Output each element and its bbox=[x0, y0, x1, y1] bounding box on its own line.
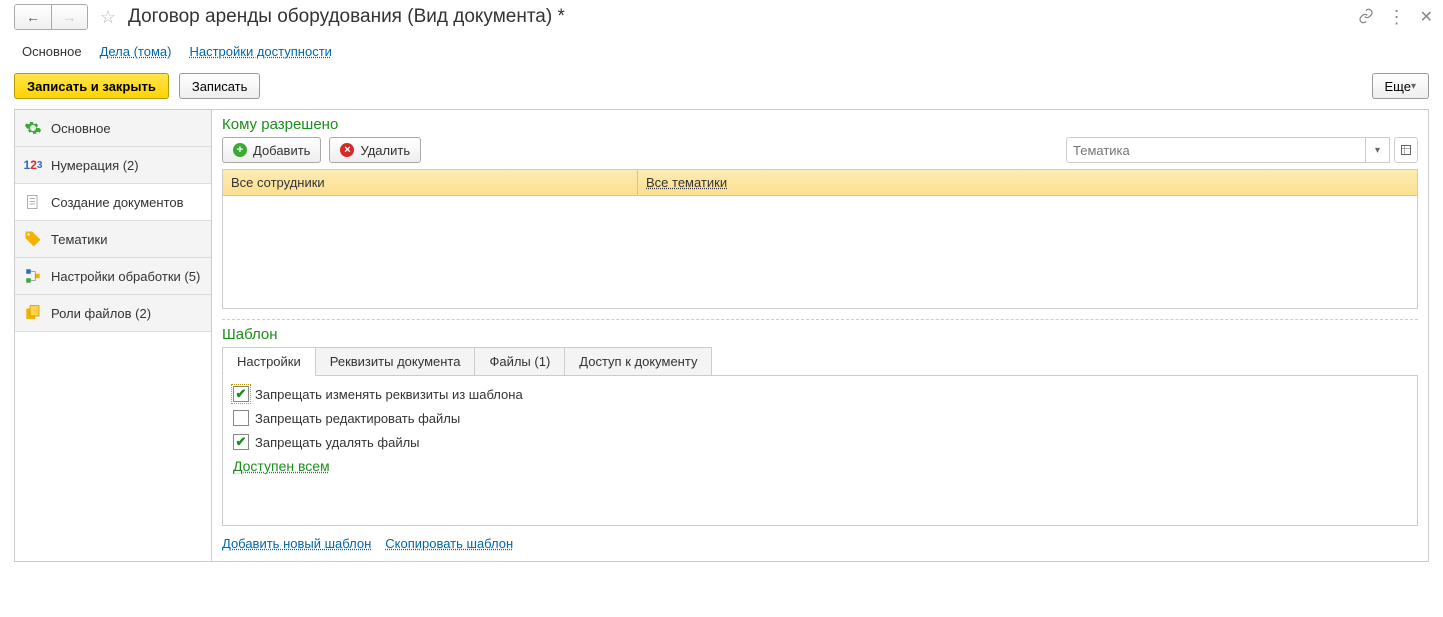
topic-filter-input[interactable] bbox=[1066, 137, 1366, 163]
tab-main[interactable]: Основное bbox=[22, 44, 82, 59]
link-icon[interactable] bbox=[1358, 8, 1374, 27]
content-area: Кому разрешено + Добавить × Удалить ▾ Вс… bbox=[212, 110, 1428, 561]
template-title: Шаблон bbox=[222, 326, 1418, 343]
sidebar-item-topics[interactable]: Тематики bbox=[15, 221, 211, 258]
close-icon[interactable]: ✕ bbox=[1420, 7, 1433, 27]
sidebar-item-create-docs[interactable]: Создание документов bbox=[15, 184, 211, 221]
titlebar: ← → ☆ Договор аренды оборудования (Вид д… bbox=[0, 0, 1443, 34]
checkbox-forbid-attrs[interactable]: ✔ bbox=[233, 386, 249, 402]
checkbox-forbid-delete-files[interactable]: ✔ bbox=[233, 434, 249, 450]
sidebar-item-main[interactable]: Основное bbox=[15, 110, 211, 147]
check-row-forbid-edit-files: Запрещать редактировать файлы bbox=[233, 410, 1407, 426]
delete-label: Удалить bbox=[360, 143, 410, 158]
check-label: Запрещать изменять реквизиты из шаблона bbox=[255, 387, 523, 402]
top-tabs: Основное Дела (тома) Настройки доступнос… bbox=[0, 34, 1443, 65]
table-row[interactable]: Все сотрудники Все тематики bbox=[223, 170, 1417, 196]
sidebar: Основное 123 Нумерация (2) Создание доку… bbox=[15, 110, 212, 561]
tab-settings[interactable]: Настройки bbox=[222, 347, 316, 376]
star-icon[interactable]: ☆ bbox=[98, 7, 118, 27]
page-title: Договор аренды оборудования (Вид докумен… bbox=[128, 6, 1352, 28]
title-actions: ⋮ ✕ bbox=[1358, 7, 1433, 27]
back-button[interactable]: ← bbox=[15, 5, 51, 29]
sidebar-item-label: Настройки обработки (5) bbox=[51, 269, 200, 284]
save-button[interactable]: Записать bbox=[179, 73, 261, 99]
check-label: Запрещать редактировать файлы bbox=[255, 411, 460, 426]
allowed-toolbar: + Добавить × Удалить ▾ bbox=[222, 137, 1418, 163]
delete-button[interactable]: × Удалить bbox=[329, 137, 421, 163]
tab-doc-access[interactable]: Доступ к документу bbox=[564, 347, 712, 375]
tag-icon bbox=[23, 229, 43, 249]
kebab-icon[interactable]: ⋮ bbox=[1388, 8, 1406, 26]
sidebar-item-file-roles[interactable]: Роли файлов (2) bbox=[15, 295, 211, 332]
tab-cases[interactable]: Дела (тома) bbox=[100, 44, 172, 59]
processing-icon bbox=[23, 266, 43, 286]
cell-employees[interactable]: Все сотрудники bbox=[223, 170, 638, 195]
nav-buttons: ← → bbox=[14, 4, 88, 30]
main-panel: Основное 123 Нумерация (2) Создание доку… bbox=[14, 109, 1429, 562]
template-tab-body: ✔ Запрещать изменять реквизиты из шаблон… bbox=[222, 376, 1418, 526]
gear-icon bbox=[23, 118, 43, 138]
sidebar-item-label: Основное bbox=[51, 121, 111, 136]
more-button[interactable]: Еще bbox=[1372, 73, 1429, 99]
divider bbox=[222, 319, 1418, 320]
sidebar-item-label: Создание документов bbox=[51, 195, 184, 210]
files-icon bbox=[23, 303, 43, 323]
check-row-forbid-attrs: ✔ Запрещать изменять реквизиты из шаблон… bbox=[233, 386, 1407, 402]
filter-box: ▾ bbox=[1066, 137, 1418, 163]
checkbox-forbid-edit-files[interactable] bbox=[233, 410, 249, 426]
plus-icon: + bbox=[233, 143, 247, 157]
filter-expand-button[interactable] bbox=[1394, 137, 1418, 163]
sidebar-item-numbering[interactable]: 123 Нумерация (2) bbox=[15, 147, 211, 184]
add-button[interactable]: + Добавить bbox=[222, 137, 321, 163]
template-tabs: Настройки Реквизиты документа Файлы (1) … bbox=[222, 347, 1418, 376]
check-row-forbid-delete-files: ✔ Запрещать удалять файлы bbox=[233, 434, 1407, 450]
sidebar-item-label: Нумерация (2) bbox=[51, 158, 139, 173]
template-bottom-links: Добавить новый шаблон Скопировать шаблон bbox=[222, 536, 1418, 551]
save-close-button[interactable]: Записать и закрыть bbox=[14, 73, 169, 99]
sidebar-item-processing[interactable]: Настройки обработки (5) bbox=[15, 258, 211, 295]
tab-attrs[interactable]: Реквизиты документа bbox=[315, 347, 476, 375]
numbering-icon: 123 bbox=[23, 155, 43, 175]
document-icon bbox=[23, 192, 43, 212]
copy-template-link[interactable]: Скопировать шаблон bbox=[385, 536, 513, 551]
allowed-title: Кому разрешено bbox=[222, 116, 1418, 133]
forward-button[interactable]: → bbox=[51, 5, 87, 29]
sidebar-item-label: Тематики bbox=[51, 232, 108, 247]
cell-topics[interactable]: Все тематики bbox=[638, 170, 735, 195]
tab-access[interactable]: Настройки доступности bbox=[189, 44, 331, 59]
add-template-link[interactable]: Добавить новый шаблон bbox=[222, 536, 371, 551]
all-topics-link[interactable]: Все тематики bbox=[646, 175, 727, 190]
allowed-grid[interactable]: Все сотрудники Все тематики bbox=[222, 169, 1418, 309]
available-all-link[interactable]: Доступен всем bbox=[233, 458, 330, 474]
tab-files[interactable]: Файлы (1) bbox=[474, 347, 565, 375]
toolbar: Записать и закрыть Записать Еще bbox=[0, 65, 1443, 109]
sidebar-item-label: Роли файлов (2) bbox=[51, 306, 151, 321]
filter-dropdown-button[interactable]: ▾ bbox=[1366, 137, 1390, 163]
cross-icon: × bbox=[340, 143, 354, 157]
add-label: Добавить bbox=[253, 143, 310, 158]
check-label: Запрещать удалять файлы bbox=[255, 435, 420, 450]
